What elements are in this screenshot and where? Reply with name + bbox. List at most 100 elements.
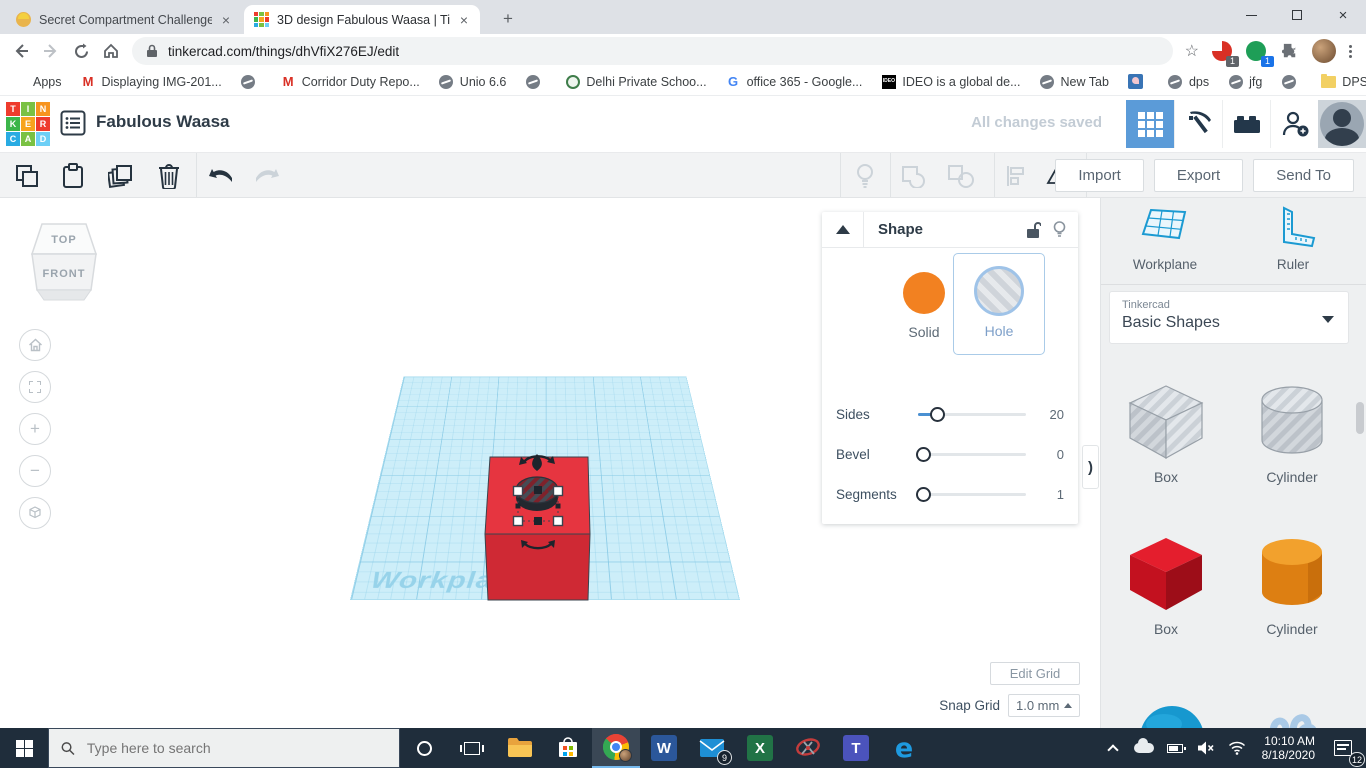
lightbulb-icon[interactable]: [1053, 220, 1066, 239]
taskbar-search[interactable]: [48, 728, 400, 768]
design-title[interactable]: Fabulous Waasa: [96, 112, 230, 132]
duplicate-button[interactable]: [106, 161, 136, 191]
import-button[interactable]: Import: [1055, 159, 1144, 192]
invite-collaborator-button[interactable]: [1270, 100, 1318, 148]
maximize-button[interactable]: [1274, 0, 1320, 30]
account-avatar[interactable]: [1318, 100, 1366, 148]
search-input[interactable]: [84, 739, 387, 757]
bookmark-folder-dps[interactable]: DPS: [1321, 73, 1366, 89]
chrome-taskbar-button[interactable]: [592, 728, 640, 768]
bookmark-item[interactable]: [525, 74, 546, 89]
task-view-button[interactable]: [448, 728, 496, 768]
paste-button[interactable]: [58, 161, 88, 191]
wifi-tray-icon[interactable]: [1225, 733, 1249, 763]
shape-solid-cylinder[interactable]: Cylinder: [1237, 530, 1347, 637]
group-button[interactable]: [898, 161, 928, 191]
cortana-button[interactable]: [400, 728, 448, 768]
bookmark-item[interactable]: M Corridor Duty Repo...: [281, 74, 420, 89]
minimize-button[interactable]: [1228, 0, 1274, 30]
design-menu-button[interactable]: [60, 110, 86, 136]
tab-tinkercad[interactable]: 3D design Fabulous Waasa | Tink ×: [244, 5, 480, 34]
hole-option-selected[interactable]: Hole: [953, 253, 1045, 355]
bookmark-item[interactable]: dps: [1168, 74, 1209, 89]
onedrive-tray-icon[interactable]: [1132, 733, 1156, 763]
zoom-in-button[interactable]: +: [19, 413, 51, 445]
excel-taskbar-button[interactable]: X: [736, 728, 784, 768]
extension-green[interactable]: 1: [1243, 38, 1274, 67]
tab-secret-compartment[interactable]: Secret Compartment Challenge - ×: [6, 5, 242, 34]
tab-close-icon[interactable]: ×: [458, 12, 470, 28]
ungroup-button[interactable]: [946, 161, 976, 191]
battery-tray-icon[interactable]: [1163, 733, 1187, 763]
zoom-out-button[interactable]: −: [19, 455, 51, 487]
delete-button[interactable]: [154, 161, 184, 191]
bookmark-apps[interactable]: Apps: [12, 74, 62, 89]
bookmark-item[interactable]: G office 365 - Google...: [726, 74, 862, 89]
perspective-toggle-button[interactable]: [19, 497, 51, 529]
bookmark-item[interactable]: jfg: [1228, 74, 1262, 89]
lego-export-button[interactable]: [1222, 100, 1270, 148]
bookmark-item[interactable]: Unio 6.6: [439, 74, 506, 89]
segments-slider-knob[interactable]: [916, 486, 931, 502]
bookmark-item[interactable]: IDEO IDEO is a global de...: [881, 74, 1021, 89]
shape-scribble-partial[interactable]: [1237, 698, 1347, 728]
reload-button[interactable]: [66, 36, 96, 66]
action-center-button[interactable]: 12: [1328, 733, 1365, 767]
minecraft-export-button[interactable]: [1174, 100, 1222, 148]
sides-slider-track[interactable]: [918, 406, 1026, 422]
bookmark-item[interactable]: Delhi Private Schoo...: [565, 74, 707, 89]
redo-button[interactable]: [252, 161, 282, 191]
microsoft-store-button[interactable]: [544, 728, 592, 768]
panel-collapse-button[interactable]: [822, 211, 864, 248]
shape-hole-cylinder[interactable]: Cylinder: [1237, 378, 1347, 485]
segments-slider-track[interactable]: [916, 486, 1026, 502]
snap-grid-dropdown[interactable]: 1.0 mm: [1008, 694, 1080, 717]
bookmark-item[interactable]: M Displaying IMG-201...: [81, 74, 222, 89]
start-button[interactable]: [0, 728, 48, 768]
shape-hole-box[interactable]: Box: [1111, 378, 1221, 485]
home-button[interactable]: [96, 36, 126, 66]
bevel-slider-track[interactable]: [916, 446, 1026, 462]
taskbar-clock[interactable]: 10:10 AM 8/18/2020: [1256, 734, 1321, 762]
tab-close-icon[interactable]: ×: [220, 12, 232, 28]
send-to-button[interactable]: Send To: [1253, 159, 1354, 192]
3d-viewport[interactable]: Workplane TOP FRONT + − Shape Solid Hole…: [0, 198, 1100, 728]
home-view-button[interactable]: [19, 329, 51, 361]
tray-expand-button[interactable]: [1101, 733, 1125, 763]
chrome-menu-button[interactable]: [1349, 44, 1352, 58]
copy-button[interactable]: [12, 161, 42, 191]
extension-onetab[interactable]: 1: [1209, 38, 1239, 67]
sidebar-collapse-handle[interactable]: ): [1082, 445, 1099, 489]
close-button[interactable]: ×: [1320, 0, 1366, 30]
edit-grid-button[interactable]: Edit Grid: [990, 662, 1080, 685]
bookmark-item[interactable]: [1281, 74, 1302, 89]
blocks-view-button[interactable]: [1126, 100, 1174, 148]
sides-slider-knob[interactable]: [930, 406, 945, 422]
undo-button[interactable]: [206, 161, 236, 191]
extensions-puzzle-button[interactable]: [1277, 38, 1303, 64]
shape-solid-box[interactable]: Box: [1111, 530, 1221, 637]
shape-sphere-partial[interactable]: [1111, 694, 1221, 728]
fit-view-button[interactable]: [19, 371, 51, 403]
ruler-tool[interactable]: Ruler: [1233, 206, 1353, 272]
bookmark-item[interactable]: New Tab: [1040, 74, 1109, 89]
tinkercad-logo[interactable]: TIN KER CAD: [6, 102, 50, 146]
teams-taskbar-button[interactable]: T: [832, 728, 880, 768]
export-button[interactable]: Export: [1153, 159, 1244, 192]
bevel-slider-knob[interactable]: [916, 446, 931, 462]
new-tab-button[interactable]: +: [497, 8, 519, 30]
file-explorer-button[interactable]: [496, 728, 544, 768]
word-taskbar-button[interactable]: W: [640, 728, 688, 768]
profile-avatar[interactable]: [1311, 38, 1337, 64]
view-cube[interactable]: TOP FRONT: [26, 220, 102, 309]
mail-taskbar-button[interactable]: 9: [688, 728, 736, 768]
bookmark-star-icon[interactable]: ☆: [1185, 41, 1199, 61]
bookmark-item[interactable]: [1127, 74, 1149, 89]
show-hidden-button[interactable]: [850, 161, 880, 191]
workplane-tool[interactable]: Workplane: [1105, 206, 1225, 272]
address-bar[interactable]: tinkercad.com/things/dhVfiX276EJ/edit: [132, 37, 1173, 65]
forward-button[interactable]: [36, 36, 66, 66]
bookmark-item[interactable]: [241, 74, 262, 89]
align-button[interactable]: [1000, 161, 1030, 191]
unlock-icon[interactable]: [1026, 221, 1041, 239]
